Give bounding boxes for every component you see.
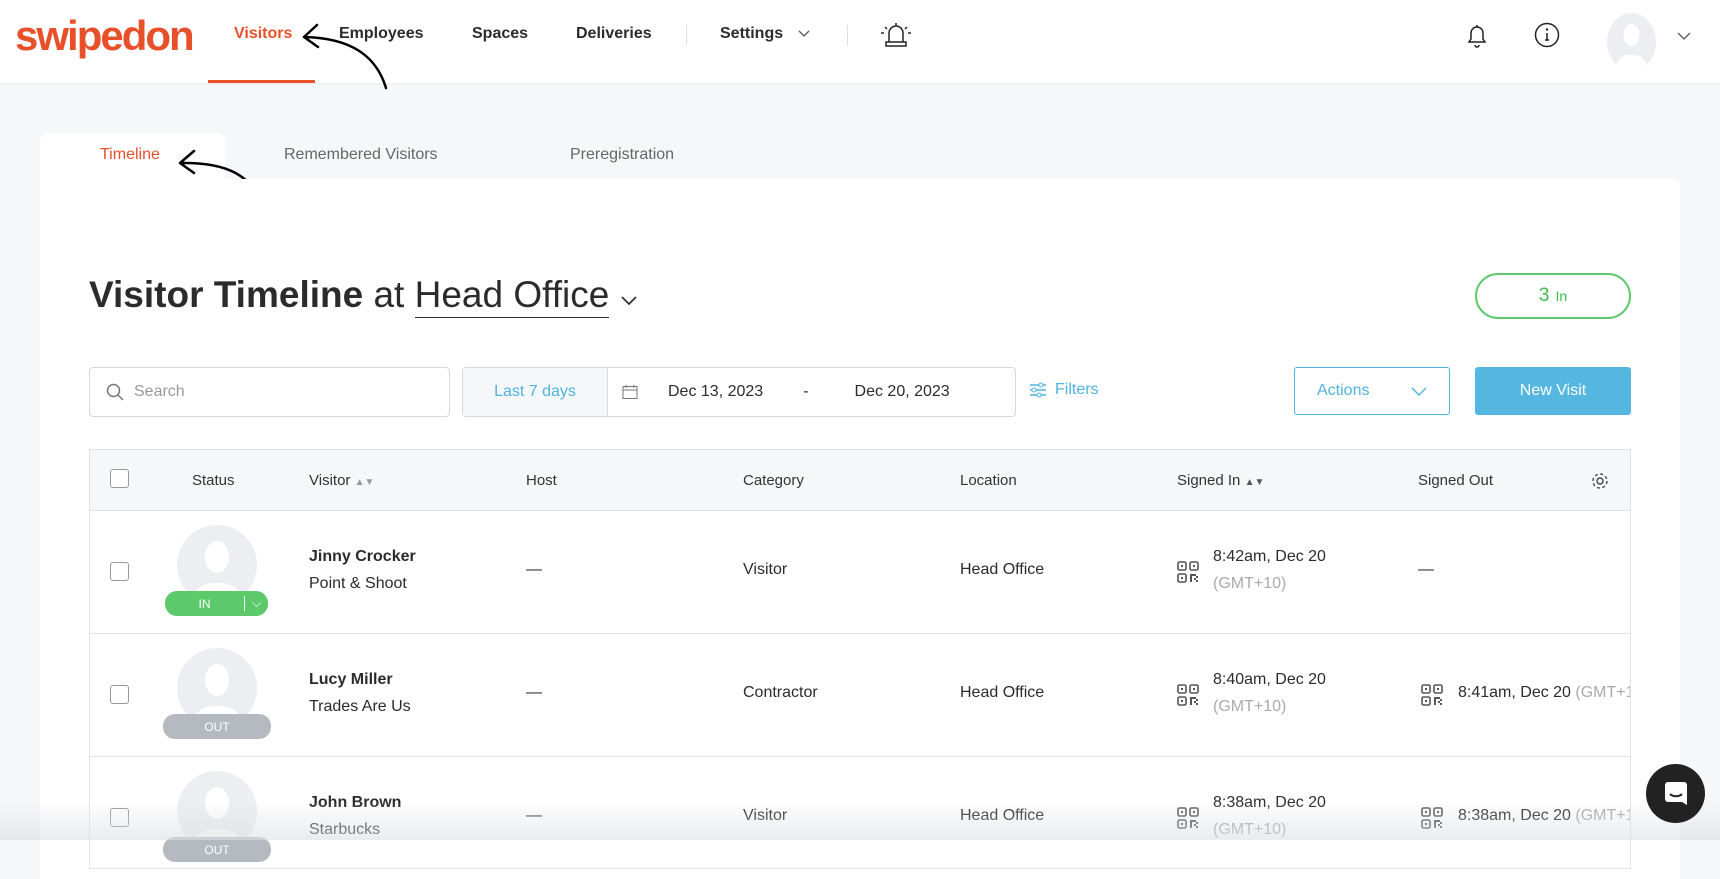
signed-in-timezone: (GMT+10) (1213, 575, 1287, 592)
calendar-icon (622, 385, 638, 399)
actions-dropdown[interactable]: Actions (1294, 367, 1450, 415)
swipedon-logo[interactable]: swipedon (15, 12, 195, 60)
sort-icon: ▲▼ (1244, 477, 1265, 488)
table-header: Status Visitor ▲▼ Host Category Location… (90, 450, 1630, 511)
location-selector[interactable]: Head Office (414, 274, 610, 318)
status-badge[interactable]: OUT (163, 714, 271, 739)
table-row[interactable]: OUT Lucy Miller Trades Are Us — Contract… (90, 634, 1630, 757)
signed-in-time: 8:42am, Dec 20 (1213, 548, 1326, 565)
title-at: at (373, 274, 405, 315)
qr-code-icon (1421, 684, 1443, 706)
visitor-company: Point & Shoot (309, 575, 407, 592)
nav-settings[interactable]: Settings (720, 25, 783, 43)
col-signed-in-label: Signed In (1177, 472, 1241, 489)
category: Visitor (743, 561, 788, 578)
col-visitor-label: Visitor (309, 472, 351, 489)
range-preset[interactable]: Last 7 days (463, 368, 608, 416)
col-signed-in[interactable]: Signed In ▲▼ (1177, 472, 1264, 489)
user-avatar[interactable] (1607, 13, 1656, 71)
host: — (526, 684, 542, 701)
tab-timeline[interactable]: Timeline (100, 146, 160, 164)
chevron-down-icon (1411, 387, 1427, 396)
date-from[interactable]: Dec 13, 2023 (668, 383, 763, 401)
nav-visitors[interactable]: Visitors (234, 25, 292, 43)
sliders-icon (1030, 382, 1046, 398)
chevron-down-icon[interactable] (620, 295, 638, 307)
visitor-name[interactable]: Jinny Crocker (309, 548, 416, 566)
category: Contractor (743, 684, 818, 701)
col-category: Category (743, 472, 804, 489)
nav-spaces[interactable]: Spaces (472, 25, 528, 43)
search-icon (106, 383, 124, 401)
new-visit-button[interactable]: New Visit (1475, 367, 1631, 415)
location: Head Office (960, 561, 1045, 578)
sort-icon: ▲▼ (354, 477, 375, 488)
col-location: Location (960, 472, 1017, 489)
col-host: Host (526, 472, 557, 489)
nav-divider (686, 25, 687, 45)
search-placeholder: Search (134, 383, 185, 400)
date-to[interactable]: Dec 20, 2023 (855, 383, 950, 401)
status-badge[interactable]: OUT (163, 837, 271, 862)
bottom-fade (0, 800, 1720, 840)
nav-divider (847, 25, 848, 45)
filters-button[interactable]: Filters (1029, 381, 1099, 399)
tab-remembered-visitors[interactable]: Remembered Visitors (284, 146, 438, 164)
gear-icon[interactable] (1590, 471, 1610, 491)
date-range-picker[interactable]: Last 7 days Dec 13, 2023 - Dec 20, 2023 (462, 367, 1016, 417)
visitor-company: Trades Are Us (309, 698, 411, 715)
signed-in-timezone: (GMT+10) (1213, 698, 1287, 715)
visitor-name[interactable]: Lucy Miller (309, 671, 393, 689)
chevron-down-icon[interactable] (1677, 32, 1691, 40)
host: — (526, 561, 542, 578)
alarm-icon[interactable] (880, 22, 912, 48)
search-input[interactable]: Search (89, 367, 450, 417)
tab-preregistration[interactable]: Preregistration (570, 146, 674, 164)
qr-code-icon (1177, 561, 1199, 583)
title-text: Visitor Timeline (89, 274, 364, 315)
qr-code-icon (1177, 684, 1199, 706)
filters-label: Filters (1055, 381, 1099, 398)
chevron-down-icon[interactable]: ⌵ (244, 596, 268, 611)
info-icon[interactable] (1534, 22, 1560, 48)
status-badge[interactable]: IN ⌵ (165, 591, 268, 616)
in-count-badge[interactable]: 3 In (1475, 273, 1631, 319)
in-count: 3 (1538, 285, 1550, 306)
in-label: In (1555, 288, 1568, 304)
col-visitor[interactable]: Visitor ▲▼ (309, 472, 374, 489)
annotation-arrow (302, 23, 388, 90)
actions-label: Actions (1317, 382, 1370, 399)
table-row[interactable]: IN ⌵ Jinny Crocker Point & Shoot — Visito… (90, 511, 1630, 634)
chat-icon (1664, 781, 1687, 805)
location: Head Office (960, 684, 1045, 701)
date-dash: - (803, 383, 809, 400)
bell-icon[interactable] (1465, 22, 1489, 50)
signed-out-timezone: (GMT+10) (1575, 684, 1630, 701)
chevron-down-icon[interactable] (798, 30, 810, 38)
page-title: Visitor Timeline at Head Office (89, 274, 638, 318)
status-label: IN (198, 596, 211, 611)
select-all-checkbox[interactable] (110, 469, 129, 488)
nav-deliveries[interactable]: Deliveries (576, 25, 652, 43)
signed-out-time: — (1418, 561, 1434, 578)
row-checkbox[interactable] (110, 685, 129, 704)
col-signed-out: Signed Out (1418, 472, 1494, 489)
signed-out-time: 8:41am, Dec 20 (1458, 684, 1571, 701)
signed-in-time: 8:40am, Dec 20 (1213, 671, 1326, 688)
col-status: Status (192, 472, 235, 489)
chat-launcher-button[interactable] (1646, 764, 1705, 823)
top-navbar: swipedon Visitors Employees Spaces Deliv… (0, 0, 1720, 83)
row-checkbox[interactable] (110, 562, 129, 581)
